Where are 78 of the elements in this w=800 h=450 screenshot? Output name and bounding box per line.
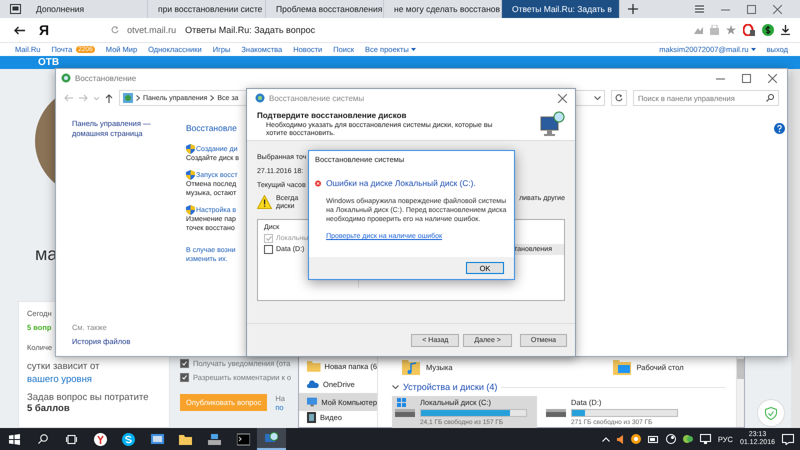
section-heading: Восстановле <box>186 123 238 134</box>
level-link[interactable]: вашего уровня <box>27 374 92 385</box>
network-icon[interactable] <box>700 434 711 444</box>
cost-label: Задав вопрос вы потратите <box>27 392 150 403</box>
menu-icon[interactable] <box>695 5 704 13</box>
site-logo[interactable]: ОТВ <box>38 57 60 68</box>
chevron-icon <box>210 95 214 101</box>
page-title: Ответы Mail.Ru: Задать вопрос <box>185 25 316 35</box>
caret-icon <box>750 48 756 51</box>
back-arrow-icon[interactable] <box>14 26 25 34</box>
drive-icon <box>395 398 415 418</box>
close-icon[interactable] <box>773 4 782 14</box>
refresh-icon <box>615 94 623 102</box>
window-title: Восстановление <box>75 74 136 82</box>
maximize-icon[interactable] <box>747 4 756 14</box>
cloud-icon <box>307 380 319 388</box>
download-icon[interactable] <box>781 25 790 35</box>
group-header[interactable]: Устройства и диски (4) <box>403 382 498 392</box>
browser-logo[interactable]: Я <box>39 22 50 38</box>
drive-icon <box>546 409 566 417</box>
star-icon[interactable] <box>726 25 736 35</box>
browser-icon[interactable] <box>94 432 107 446</box>
film-icon <box>307 412 316 423</box>
close-icon[interactable] <box>558 94 567 102</box>
shield-icon <box>186 170 195 180</box>
level-note: сутки зависит от вашего уровня <box>27 360 100 386</box>
monitor-icon[interactable] <box>150 432 164 446</box>
window-title: Восстановление системы <box>269 94 364 102</box>
desktop-folder-icon <box>612 359 631 375</box>
start-icon[interactable] <box>8 434 20 444</box>
chat-app-icon[interactable] <box>122 432 136 446</box>
notification-icon[interactable] <box>782 434 794 444</box>
computer-icon <box>307 397 318 407</box>
chevron-down-icon[interactable] <box>392 385 399 389</box>
chevron-down-icon[interactable] <box>594 96 601 100</box>
browser-tab[interactable]: Ответы Mail.Ru: Задать в <box>502 0 620 18</box>
folder-icon[interactable] <box>179 432 192 446</box>
address-host: otvet.mail.ru <box>127 25 176 35</box>
terminal-icon[interactable] <box>236 432 250 446</box>
shield-icon <box>765 406 777 420</box>
warning-icon <box>257 195 272 209</box>
up-arrow-icon[interactable] <box>105 94 113 102</box>
cost-value: 5 баллов <box>27 403 71 414</box>
checkbox[interactable] <box>264 245 273 254</box>
battery-icon[interactable] <box>648 436 659 442</box>
maximize-icon[interactable] <box>742 74 751 82</box>
chevron-icon <box>136 95 140 101</box>
wizard-heading: Подтвердите восстановление дисков <box>257 111 408 120</box>
help-icon[interactable] <box>774 123 785 134</box>
tab-list-icon[interactable] <box>10 4 20 14</box>
control-panel-icon <box>123 93 133 103</box>
search-icon <box>766 94 774 102</box>
restore-app-icon[interactable] <box>265 432 278 444</box>
checkbox[interactable] <box>180 373 189 382</box>
speaker-icon[interactable] <box>616 434 624 444</box>
new-tab-icon[interactable] <box>628 4 638 14</box>
shield-icon <box>186 205 195 215</box>
error-heading: Ошибки на диске Локальный диск (C:). <box>326 178 476 188</box>
check-icon <box>182 375 187 380</box>
caret-icon <box>410 48 416 51</box>
refresh-icon[interactable] <box>111 26 120 34</box>
computer-restore-icon <box>539 111 565 137</box>
close-icon[interactable] <box>768 74 777 82</box>
checkbox[interactable] <box>180 359 189 368</box>
protection-button[interactable] <box>757 399 785 427</box>
round-app-icon[interactable] <box>630 434 641 444</box>
chevron-up-icon[interactable] <box>602 436 610 442</box>
folder-icon <box>307 360 321 372</box>
dollar-circle-icon[interactable] <box>762 24 774 36</box>
shield-icon <box>186 144 195 154</box>
restore-app-icon <box>255 93 265 103</box>
check-icon <box>266 236 272 241</box>
music-folder-icon <box>402 359 420 375</box>
refresh-button[interactable] <box>611 90 627 106</box>
search-icon[interactable] <box>38 434 48 444</box>
task-view-icon[interactable] <box>66 434 77 444</box>
restore-app-icon <box>61 73 71 83</box>
check-icon <box>182 361 187 366</box>
